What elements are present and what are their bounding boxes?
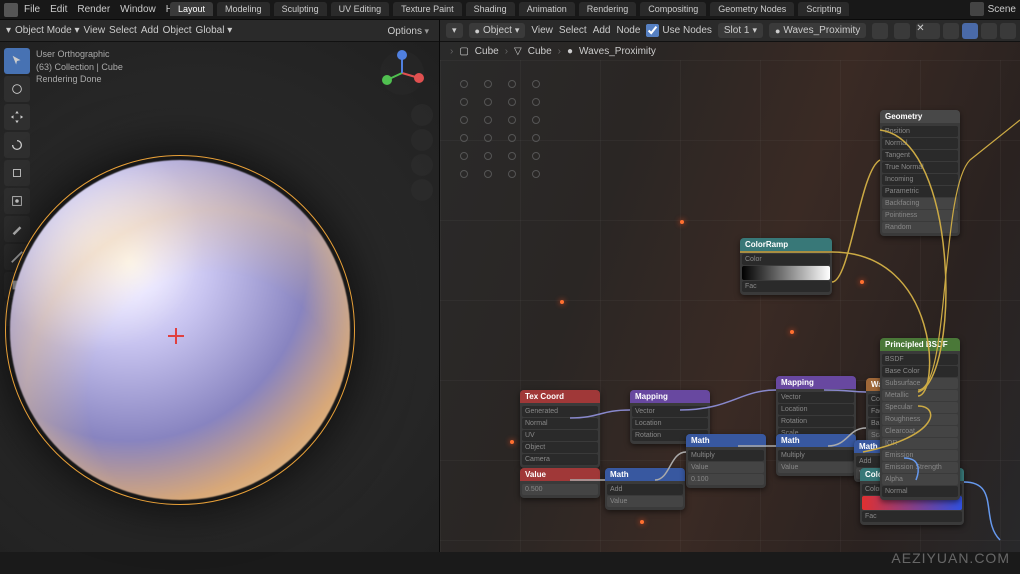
vp-menu-view[interactable]: View [84, 25, 106, 36]
node-math-2[interactable]: MathMultiplyValue0.100 [686, 434, 766, 488]
np-menu-add[interactable]: Add [593, 25, 611, 36]
tool-scale[interactable] [4, 160, 30, 186]
particle-icon [790, 330, 794, 334]
node-principled[interactable]: Principled BSDFBSDFBase ColorSubsurfaceM… [880, 338, 960, 500]
particle-icon [510, 440, 514, 444]
pan-icon[interactable] [411, 129, 433, 151]
editor-type-dropdown[interactable]: ▾ [6, 25, 11, 36]
tool-a-icon[interactable] [962, 23, 978, 39]
vp-menu-select[interactable]: Select [109, 25, 137, 36]
blender-logo-icon [4, 3, 18, 17]
snap-toggle-icon[interactable] [943, 23, 959, 39]
3d-cursor-icon [168, 328, 184, 344]
3d-viewport[interactable]: ▾ Object Mode ▾ View Select Add Object G… [0, 20, 440, 552]
zoom-icon[interactable] [411, 104, 433, 126]
nav-gizmo[interactable] [379, 50, 425, 96]
options-dropdown[interactable]: Options ▾ [388, 26, 430, 37]
tab-shading[interactable]: Shading [466, 2, 515, 16]
crumb-mesh[interactable]: Cube [528, 46, 552, 57]
menu-window[interactable]: Window [120, 4, 156, 15]
node-colorramp-1[interactable]: ColorRampColorFac [740, 238, 832, 295]
particle-icon [560, 300, 564, 304]
tool-cursor[interactable] [4, 76, 30, 102]
menu-file[interactable]: File [24, 4, 40, 15]
tab-uv[interactable]: UV Editing [331, 2, 390, 16]
overlay-toggle-icon[interactable] [924, 23, 940, 39]
vp-menu-add[interactable]: Add [141, 25, 159, 36]
node-dots [460, 80, 546, 178]
particle-icon [860, 280, 864, 284]
menubar: File Edit Render Window Help [24, 4, 186, 15]
node-editor-type-dropdown[interactable]: ▾ [446, 23, 463, 38]
tab-geonodes[interactable]: Geometry Nodes [710, 2, 794, 16]
tab-modeling[interactable]: Modeling [217, 2, 270, 16]
tool-move[interactable] [4, 104, 30, 130]
viewport-info: User Orthographic (63) Collection | Cube… [36, 48, 123, 86]
tool-transform[interactable] [4, 188, 30, 214]
orientation-dropdown[interactable]: Global ▾ [196, 25, 233, 36]
camera-icon[interactable] [411, 154, 433, 176]
tab-rendering[interactable]: Rendering [579, 2, 637, 16]
tool-select[interactable] [4, 48, 30, 74]
menu-render[interactable]: Render [77, 4, 110, 15]
node-value[interactable]: Value0.500 [520, 468, 600, 498]
workspace-tabs: Layout Modeling Sculpting UV Editing Tex… [170, 2, 849, 16]
particle-icon [680, 220, 684, 224]
crumb-material[interactable]: Waves_Proximity [579, 46, 656, 57]
watermark: AEZIYUAN.COM [891, 550, 1010, 566]
crumb-object[interactable]: Cube [475, 46, 499, 57]
node-math-1[interactable]: MathAddValue [605, 468, 685, 510]
vp-menu-object[interactable]: Object [163, 25, 192, 36]
slot-dropdown[interactable]: Slot 1 ▾ [718, 23, 763, 38]
particle-icon [640, 520, 644, 524]
np-menu-node[interactable]: Node [617, 25, 641, 36]
shader-type-dropdown[interactable]: ● Object ▾ [469, 23, 526, 38]
node-math-3[interactable]: MathMultiplyValue [776, 434, 856, 476]
tool-b-icon[interactable] [981, 23, 997, 39]
tab-layout[interactable]: Layout [170, 2, 213, 16]
menu-edit[interactable]: Edit [50, 4, 67, 15]
tool-rotate[interactable] [4, 132, 30, 158]
mode-dropdown[interactable]: Object Mode ▾ [15, 25, 80, 36]
tab-scripting[interactable]: Scripting [798, 2, 849, 16]
tab-animation[interactable]: Animation [519, 2, 575, 16]
node-texcoord[interactable]: Tex CoordGeneratedNormalUVObjectCamera [520, 390, 600, 468]
scene-icon[interactable] [970, 2, 984, 16]
node-mapping-2[interactable]: MappingVectorLocationRotationScale [776, 376, 856, 442]
tool-c-icon[interactable] [1000, 23, 1016, 39]
perspective-icon[interactable] [411, 179, 433, 201]
tab-texpaint[interactable]: Texture Paint [393, 2, 462, 16]
tool-annotate[interactable] [4, 216, 30, 242]
material-selector[interactable]: ● Waves_Proximity [769, 23, 866, 38]
pin-icon[interactable] [872, 23, 888, 39]
node-geometry[interactable]: GeometryPositionNormalTangentTrue Normal… [880, 110, 960, 236]
node-breadcrumb: ›▢Cube ›▽Cube ›●Waves_Proximity [440, 42, 1020, 60]
scene-name[interactable]: Scene [988, 4, 1016, 15]
tab-compositing[interactable]: Compositing [640, 2, 706, 16]
np-menu-select[interactable]: Select [559, 25, 587, 36]
shader-editor[interactable]: ▾ ● Object ▾ View Select Add Node Use No… [440, 20, 1020, 552]
np-menu-view[interactable]: View [531, 25, 553, 36]
shield-icon[interactable] [894, 23, 910, 39]
use-nodes-checkbox[interactable]: Use Nodes [646, 24, 711, 37]
tab-sculpting[interactable]: Sculpting [274, 2, 327, 16]
